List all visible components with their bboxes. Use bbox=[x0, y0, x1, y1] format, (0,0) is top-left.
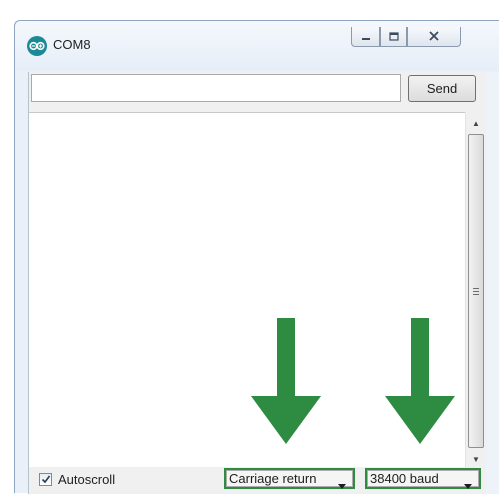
line-ending-select[interactable]: Carriage return bbox=[224, 468, 355, 489]
arduino-icon bbox=[27, 36, 47, 56]
down-arrow-icon bbox=[251, 318, 321, 444]
maximize-button[interactable] bbox=[380, 27, 407, 47]
autoscroll-checkbox[interactable] bbox=[39, 473, 52, 486]
scroll-down-button[interactable]: ▼ bbox=[466, 450, 486, 468]
window-frame-edge bbox=[486, 72, 499, 494]
window-title: COM8 bbox=[53, 37, 91, 52]
serial-input[interactable] bbox=[31, 74, 401, 102]
grip-icon bbox=[473, 286, 479, 297]
minimize-button[interactable] bbox=[351, 27, 380, 47]
baud-rate-select[interactable]: 38400 baud bbox=[365, 468, 481, 489]
maximize-icon bbox=[388, 28, 399, 46]
close-icon bbox=[429, 28, 439, 46]
chevron-down-icon bbox=[338, 477, 346, 492]
scroll-down-icon: ▼ bbox=[472, 454, 480, 464]
line-ending-value: Carriage return bbox=[229, 471, 317, 486]
close-button[interactable] bbox=[407, 27, 461, 47]
scroll-up-icon: ▲ bbox=[472, 118, 480, 128]
baud-rate-value: 38400 baud bbox=[370, 471, 439, 486]
down-arrow-icon bbox=[385, 318, 455, 444]
send-button[interactable]: Send bbox=[408, 75, 476, 102]
status-bar: Autoscroll Carriage return 38400 baud bbox=[29, 467, 486, 494]
autoscroll-label: Autoscroll bbox=[58, 472, 116, 487]
title-bar[interactable]: COM8 bbox=[15, 21, 499, 71]
checkmark-icon bbox=[41, 471, 51, 489]
scrollbar-thumb[interactable] bbox=[468, 134, 484, 448]
input-row: Send bbox=[29, 72, 499, 112]
scroll-up-button[interactable]: ▲ bbox=[466, 114, 486, 132]
minimize-icon bbox=[361, 28, 371, 46]
vertical-scrollbar[interactable]: ▲ ▼ bbox=[465, 112, 486, 468]
chevron-down-icon bbox=[464, 477, 472, 492]
